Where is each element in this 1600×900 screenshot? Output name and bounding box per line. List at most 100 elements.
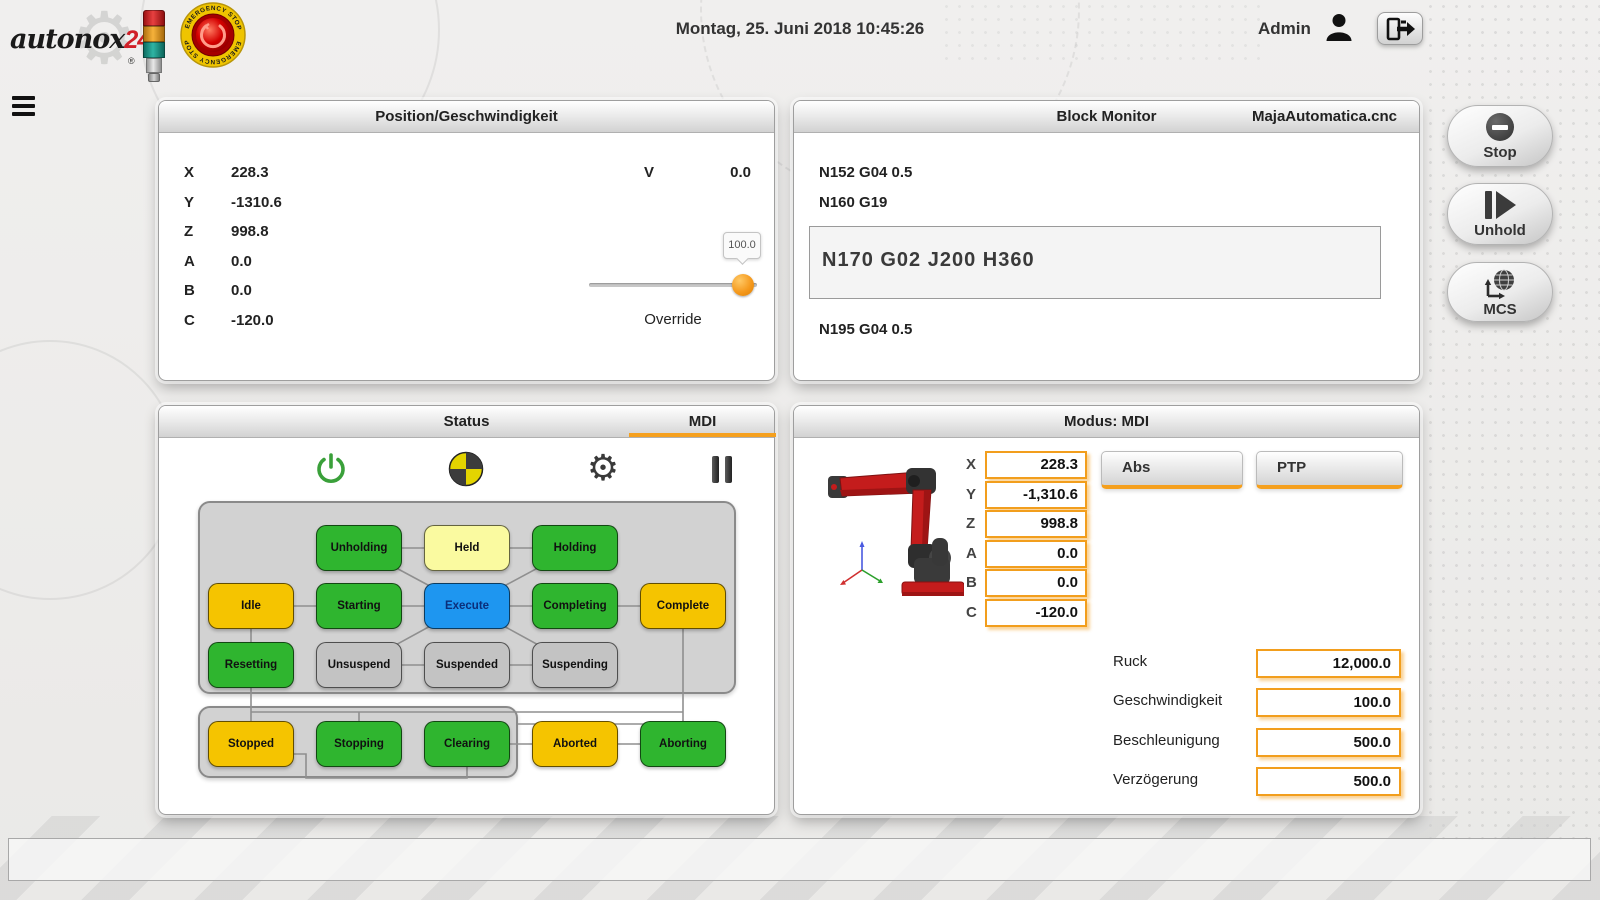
state-complete: Complete [640, 583, 726, 629]
block-monitor-titlebar: Block Monitor MajaAutomatica.cnc [794, 101, 1419, 133]
mdi-axis-x-label: X [966, 456, 985, 473]
cnc-line-next: N195 G04 0.5 [819, 321, 912, 338]
mcs-button[interactable]: MCS [1447, 262, 1553, 322]
mdi-axis-b-field[interactable]: 0.0 [985, 569, 1087, 597]
logout-icon [1384, 17, 1416, 41]
logged-in-user-label: Admin [1258, 19, 1311, 39]
modus-panel-titlebar: Modus: MDI [794, 406, 1419, 438]
message-bar [8, 838, 1591, 881]
cnc-current-block: N170 G02 J200 H360 [809, 226, 1381, 299]
modus-panel-title: Modus: MDI [794, 413, 1419, 430]
state-completing: Completing [532, 583, 618, 629]
override-label: Override [589, 311, 757, 328]
axis-c-value: -120.0 [231, 312, 274, 329]
signal-tower-nut [148, 73, 160, 82]
gear-icon: ⚙ [583, 451, 623, 487]
verzoegerung-field[interactable]: 500.0 [1256, 767, 1401, 796]
mdi-axis-z-label: Z [966, 515, 985, 532]
state-execute: Execute [424, 583, 510, 629]
state-resetting: Resetting [208, 642, 294, 688]
position-panel-titlebar: Position/Geschwindigkeit [159, 101, 774, 133]
main-menu-button[interactable] [12, 96, 36, 120]
cnc-file-name: MajaAutomatica.cnc [1252, 108, 1397, 125]
stop-icon [1448, 111, 1552, 143]
mdi-axis-a-label: A [966, 545, 985, 562]
state-unsuspend: Unsuspend [316, 642, 402, 688]
ruck-field[interactable]: 12,000.0 [1256, 649, 1401, 678]
mcs-globe-icon [1448, 268, 1552, 300]
signal-teal-segment [143, 42, 165, 58]
mdi-axis-a-field[interactable]: 0.0 [985, 540, 1087, 568]
mdi-axis-c-label: C [966, 604, 985, 621]
axis-x-label: X [184, 164, 194, 181]
tab-mdi[interactable]: MDI [629, 413, 776, 430]
state-aborted: Aborted [532, 721, 618, 767]
axis-y-label: Y [184, 194, 194, 211]
state-aborting: Aborting [640, 721, 726, 767]
state-clearing: Clearing [424, 721, 510, 767]
abs-mode-button[interactable]: Abs [1101, 451, 1243, 489]
mdi-axis-y-field[interactable]: -1,310.6 [985, 481, 1087, 509]
beschleunigung-field[interactable]: 500.0 [1256, 728, 1401, 757]
status-panel: Status MDI ⚙ [158, 405, 775, 815]
ruck-label: Ruck [1113, 653, 1147, 670]
mdi-axis-c-field[interactable]: -120.0 [985, 599, 1087, 627]
axis-b-value: 0.0 [231, 282, 252, 299]
velocity-value: 0.0 [651, 164, 751, 181]
stop-button-label: Stop [1448, 144, 1552, 161]
state-stopping: Stopping [316, 721, 402, 767]
signal-tower-base [146, 58, 162, 73]
mdi-axis-y-label: Y [966, 486, 985, 503]
mdi-axis-b-label: B [966, 574, 985, 591]
logo-registered-mark: ® [128, 56, 135, 66]
robot-arm-image [814, 446, 964, 619]
state-holding: Holding [532, 525, 618, 571]
cnc-line-prev: N152 G04 0.5 [819, 164, 912, 181]
user-avatar-icon[interactable] [1323, 11, 1355, 43]
state-held: Held [424, 525, 510, 571]
state-starting: Starting [316, 583, 402, 629]
unhold-button-label: Unhold [1448, 222, 1552, 239]
beschleunigung-label: Beschleunigung [1113, 732, 1220, 749]
state-suspended: Suspended [424, 642, 510, 688]
state-machine-diagram: Unholding Held Holding Idle Starting Exe… [196, 496, 776, 801]
state-stopped: Stopped [208, 721, 294, 767]
app-root: ⚙ autonox24 ® EMERGENCY STOP EMERGENCY S… [0, 0, 1600, 900]
axis-z-label: Z [184, 223, 193, 240]
axis-z-value: 998.8 [231, 223, 269, 240]
power-icon [311, 451, 351, 487]
datetime-label: Montag, 25. Juni 2018 10:45:26 [0, 19, 1600, 39]
block-monitor-panel: Block Monitor MajaAutomatica.cnc N152 G0… [793, 100, 1420, 381]
axis-b-label: B [184, 282, 195, 299]
coordinate-axes-icon [840, 541, 883, 585]
geschwindigkeit-field[interactable]: 100.0 [1256, 688, 1401, 717]
mdi-axis-z-field[interactable]: 998.8 [985, 510, 1087, 538]
axis-a-value: 0.0 [231, 253, 252, 270]
unhold-button[interactable]: Unhold [1447, 183, 1553, 245]
ptp-mode-button[interactable]: PTP [1256, 451, 1403, 489]
logout-button[interactable] [1377, 12, 1423, 45]
axis-x-value: 228.3 [231, 164, 269, 181]
unhold-icon [1448, 189, 1552, 221]
balance-icon [446, 451, 486, 487]
state-unholding: Unholding [316, 525, 402, 571]
mdi-axis-x-field[interactable]: 228.3 [985, 451, 1087, 479]
stop-button[interactable]: Stop [1447, 105, 1553, 167]
mcs-button-label: MCS [1448, 301, 1552, 318]
position-panel: Position/Geschwindigkeit X 228.3 Y -1310.6… [158, 100, 775, 381]
verzoegerung-label: Verzögerung [1113, 771, 1198, 788]
background-ring [0, 340, 180, 600]
modus-panel: Modus: MDI [793, 405, 1420, 815]
state-idle: Idle [208, 583, 294, 629]
geschwindigkeit-label: Geschwindigkeit [1113, 692, 1222, 709]
axis-y-value: -1310.6 [231, 194, 282, 211]
cnc-line-prev: N160 G19 [819, 194, 887, 211]
state-suspending: Suspending [532, 642, 618, 688]
axis-a-label: A [184, 253, 195, 270]
override-value-tooltip: 100.0 [723, 232, 761, 259]
status-panel-titlebar: Status MDI [159, 406, 774, 438]
cnc-current-line: N170 G02 J200 H360 [822, 249, 1035, 272]
position-panel-title: Position/Geschwindigkeit [159, 108, 774, 125]
active-tab-indicator [629, 433, 776, 437]
override-slider-thumb[interactable] [732, 274, 754, 296]
